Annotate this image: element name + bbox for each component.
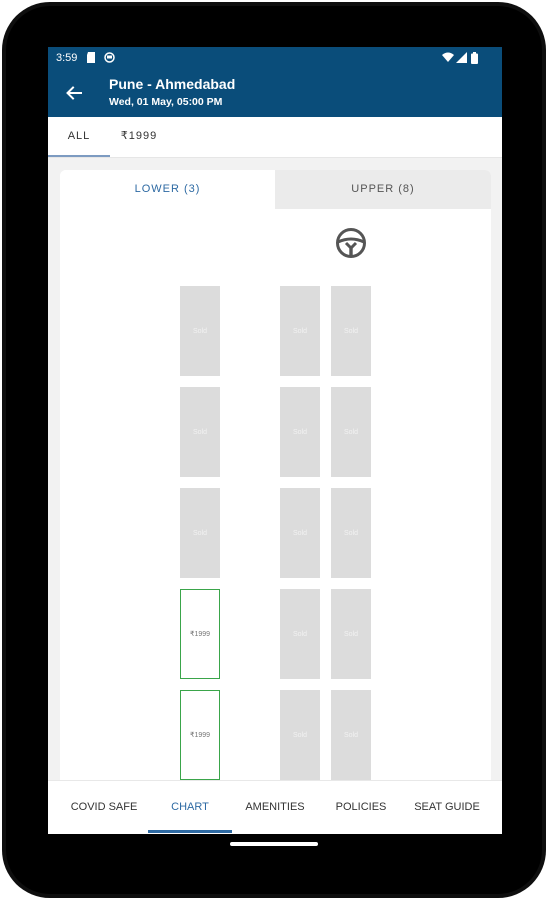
berth-sold: Sold	[180, 286, 220, 376]
berth-sold: Sold	[280, 286, 320, 376]
price-filter-bar: ALL ₹1999	[48, 117, 502, 158]
berth-available[interactable]: ₹1999	[180, 690, 220, 780]
screen: 3:59 Pune - Ahmedabad Wed, 01 May, 05:00…	[48, 47, 502, 834]
berth-sold: Sold	[331, 286, 371, 376]
bottom-navigation: COVID SAFE CHART AMENITIES POLICIES SEAT…	[48, 780, 502, 834]
berth-sold: Sold	[180, 387, 220, 477]
berth-sold: Sold	[331, 589, 371, 679]
tab-lower-deck[interactable]: LOWER (3)	[60, 170, 275, 209]
status-bar: 3:59	[48, 47, 502, 69]
berth-sold: Sold	[280, 690, 320, 780]
seat-layout-card: LOWER (3) UPPER (8) Sold Sold Sold ₹1999…	[60, 170, 491, 834]
filter-tab-1999[interactable]: ₹1999	[110, 117, 168, 155]
signal-icon	[456, 52, 467, 63]
battery-icon	[471, 52, 478, 64]
berth-sold: Sold	[331, 387, 371, 477]
berth-available[interactable]: ₹1999	[180, 589, 220, 679]
nav-covid-safe[interactable]: COVID SAFE	[60, 781, 148, 833]
berth-sold: Sold	[280, 387, 320, 477]
berth-sold: Sold	[280, 589, 320, 679]
berth-sold: Sold	[331, 488, 371, 578]
home-indicator[interactable]	[230, 842, 318, 846]
route-title: Pune - Ahmedabad	[109, 76, 236, 92]
app-bar: Pune - Ahmedabad Wed, 01 May, 05:00 PM	[48, 69, 502, 117]
berth-sold: Sold	[280, 488, 320, 578]
berth-sold: Sold	[180, 488, 220, 578]
journey-datetime: Wed, 01 May, 05:00 PM	[109, 96, 223, 108]
back-arrow-icon[interactable]	[64, 83, 84, 103]
tab-upper-deck[interactable]: UPPER (8)	[275, 170, 491, 209]
wifi-icon	[442, 52, 454, 62]
notification-icon	[104, 52, 115, 63]
berth-sold: Sold	[331, 690, 371, 780]
nav-policies[interactable]: POLICIES	[318, 781, 404, 833]
status-time: 3:59	[56, 52, 78, 64]
filter-tab-all[interactable]: ALL	[48, 117, 110, 157]
steering-wheel-icon	[336, 228, 366, 258]
nav-seat-guide[interactable]: SEAT GUIDE	[404, 781, 490, 833]
nav-chart[interactable]: CHART	[148, 781, 232, 833]
nav-amenities[interactable]: AMENITIES	[232, 781, 318, 833]
sd-card-icon	[87, 52, 95, 63]
